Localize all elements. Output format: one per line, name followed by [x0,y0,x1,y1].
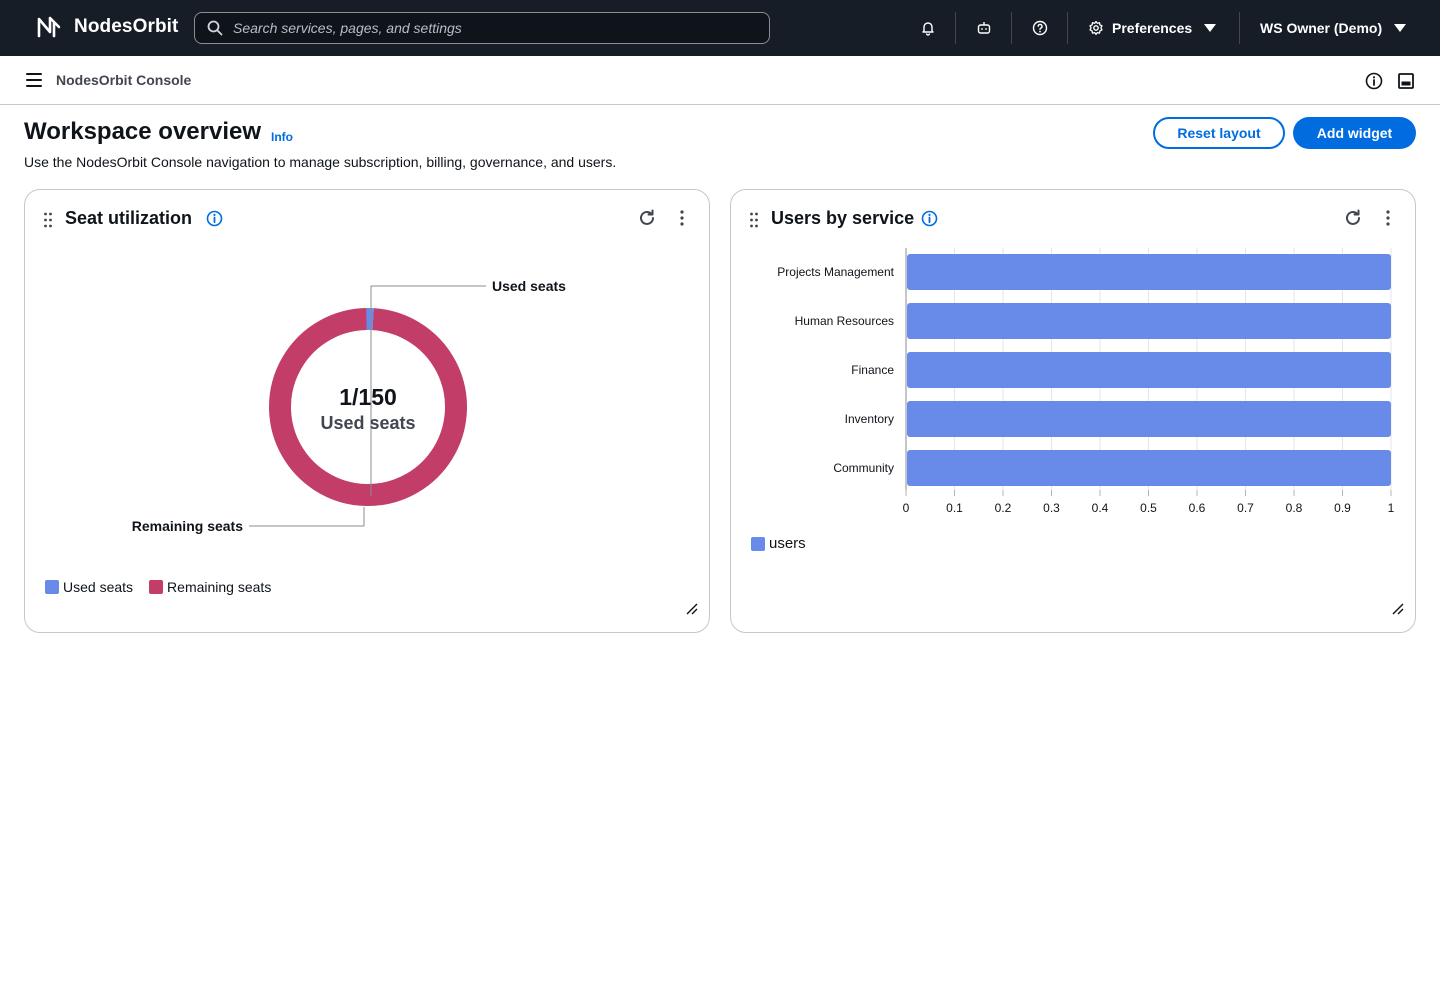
help-icon [1032,20,1048,36]
page-description: Use the NodesOrbit Console navigation to… [24,154,617,170]
search-icon [207,20,223,36]
callout-remaining-label: Remaining seats [132,518,243,534]
seat-utilization-widget: Seat utilization Used seats Remaining se… [24,189,710,633]
x-tick-label: 0.4 [1092,501,1109,515]
resize-handle-icon[interactable] [685,602,699,616]
y-category-label: Community [833,461,894,475]
bar[interactable] [907,450,1391,486]
nav-divider [1067,12,1068,44]
widget-title: Seat utilization [65,208,193,228]
notifications-button[interactable] [912,12,944,44]
x-tick-label: 0.3 [1043,501,1060,515]
nodesorbit-logo-icon [37,16,61,38]
nav-divider [955,12,956,44]
robot-icon [977,22,991,34]
legend-swatch [751,536,765,551]
donut-chart: Used seats Remaining seats 1/150 Used se… [132,278,566,534]
chart-legend: Used seats Remaining seats [45,579,271,595]
refresh-icon[interactable] [637,208,657,228]
assistant-button[interactable] [968,12,1000,44]
chart-legend: users [751,535,806,552]
callout-used-label: Used seats [492,278,566,294]
x-tick-label: 0.5 [1140,501,1157,515]
top-navigation: NodesOrbit Search services, pages, and s… [0,0,1440,56]
help-button[interactable] [1024,12,1056,44]
more-options-icon[interactable] [1381,208,1395,228]
preferences-menu[interactable]: Preferences [1088,12,1217,44]
x-tick-label: 0.8 [1286,501,1303,515]
y-category-label: Human Resources [795,314,894,328]
users-by-service-widget: Users by service 0 0.1 0.2 0.3 0.4 0.5 0.6 0.7 0… [730,189,1416,633]
legend-label: Used seats [63,579,134,595]
refresh-icon[interactable] [1343,208,1363,228]
legend-label: Remaining seats [167,579,272,595]
widget-title: Users by service [771,208,915,228]
resize-handle-icon[interactable] [1391,602,1405,616]
bar[interactable] [907,303,1391,339]
info-icon[interactable] [1364,71,1384,91]
drag-handle-icon[interactable] [43,212,53,228]
bell-icon [922,22,934,36]
search-input[interactable] [233,20,733,36]
user-menu[interactable]: WS Owner (Demo) [1260,12,1407,44]
bar[interactable] [907,352,1391,388]
preferences-label: Preferences [1112,20,1193,36]
menu-icon[interactable] [26,73,42,87]
info-icon[interactable] [206,210,223,227]
gear-icon [1089,20,1103,36]
x-tick-label: 0.9 [1334,501,1351,515]
legend-swatch [45,580,59,594]
search-bar[interactable] [194,12,770,44]
y-category-label: Inventory [845,412,894,426]
add-widget-button[interactable]: Add widget [1293,117,1416,149]
legend-item-remaining[interactable]: Remaining seats [149,579,271,595]
page-title: Workspace overview [24,118,262,145]
nav-divider [1239,12,1240,44]
x-tick-label: 0.2 [995,501,1012,515]
legend-item-users[interactable]: users [751,535,806,552]
more-options-icon[interactable] [675,208,689,228]
bar-chart: 0 0.1 0.2 0.3 0.4 0.5 0.6 0.7 0.8 0.9 1 Projects Ma… [777,248,1395,515]
user-label: WS Owner (Demo) [1260,20,1383,36]
bar[interactable] [907,254,1391,290]
panel-icon[interactable] [1396,71,1416,91]
legend-item-used[interactable]: Used seats [45,579,133,595]
legend-swatch [149,580,164,594]
nav-divider [1011,12,1012,44]
info-icon[interactable] [921,210,938,227]
donut-center-label: Used seats [320,413,415,433]
y-category-label: Finance [851,363,894,377]
console-title: NodesOrbit Console [56,72,192,88]
x-tick-label: 1 [1388,501,1395,515]
info-link[interactable]: Info [271,130,293,144]
reset-layout-button[interactable]: Reset layout [1153,117,1285,149]
caret-down-icon [1204,24,1217,32]
bar[interactable] [907,401,1391,437]
x-tick-label: 0.1 [946,501,963,515]
brand[interactable]: NodesOrbit [36,14,178,40]
donut-center-value: 1/150 [339,384,397,410]
brand-name: NodesOrbit [74,16,179,37]
console-bar: NodesOrbit Console [0,56,1440,105]
legend-label: users [769,535,806,552]
x-tick-label: 0.6 [1189,501,1206,515]
drag-handle-icon[interactable] [749,212,759,228]
callout-line-remaining [249,507,365,527]
x-tick-label: 0.7 [1237,501,1254,515]
caret-down-icon [1394,24,1407,32]
y-category-label: Projects Management [777,265,894,279]
x-tick-label: 0 [903,501,910,515]
